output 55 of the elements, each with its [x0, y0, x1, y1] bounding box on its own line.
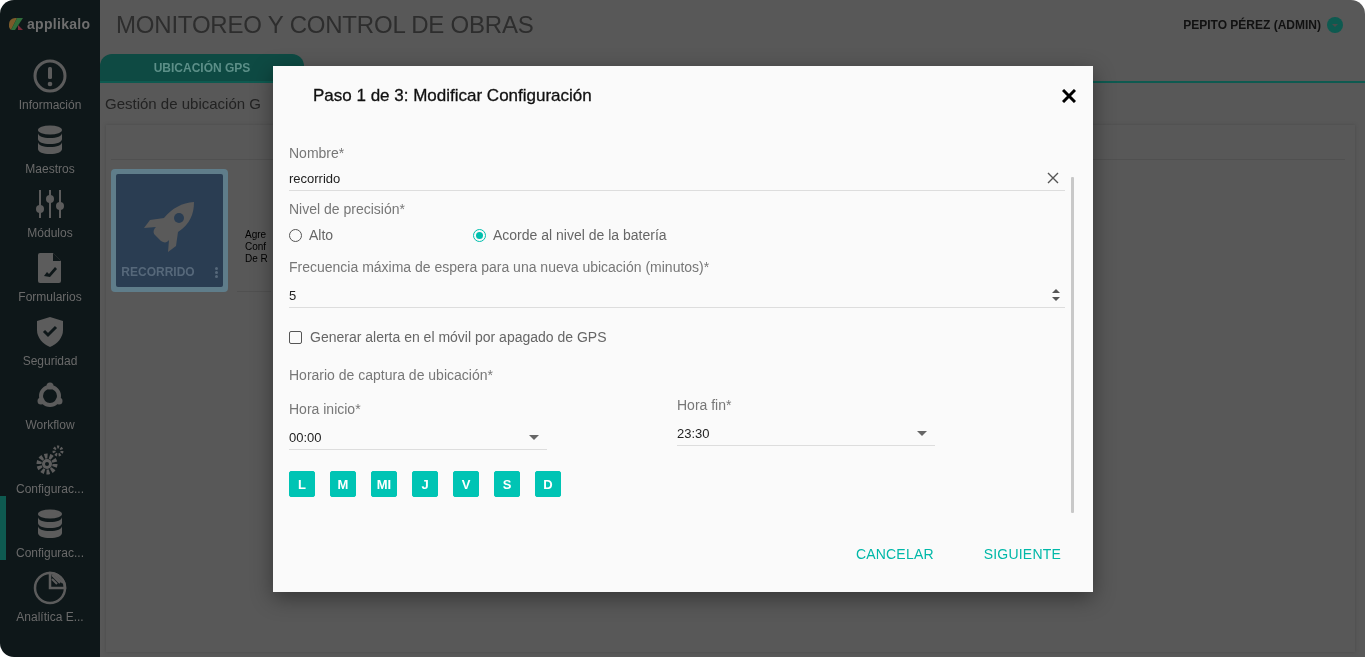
- shield-icon: [37, 317, 63, 347]
- app-logo: applikalo: [27, 16, 91, 32]
- alert-icon: [33, 59, 67, 93]
- sidebar-item[interactable]: Configurac...: [0, 496, 100, 560]
- sidebar-item[interactable]: Workflow: [0, 368, 100, 432]
- field-label: Hora fin*: [677, 397, 733, 413]
- input-field[interactable]: recorrido: [289, 166, 1065, 191]
- database-icon: [37, 125, 63, 155]
- dialog-title: Paso 1 de 3: Modificar Configuración: [313, 85, 592, 106]
- field-label: Horario de captura de ubicación*: [289, 367, 494, 383]
- dropdown-arrow-icon: [529, 434, 539, 440]
- logo-icon: [9, 18, 23, 30]
- day-toggle[interactable]: D: [535, 471, 561, 497]
- clear-icon[interactable]: [1047, 172, 1059, 184]
- card-description: Agre: [245, 229, 267, 241]
- sidebar-item[interactable]: Maestros: [0, 112, 100, 176]
- close-button[interactable]: [1062, 88, 1076, 103]
- sidebar-item[interactable]: Formularios: [0, 240, 100, 304]
- cycle-icon: [36, 382, 64, 410]
- select-field[interactable]: 00:00: [289, 425, 547, 450]
- field-label: Hora inicio*: [289, 401, 362, 417]
- spinner-icon[interactable]: [1051, 286, 1061, 304]
- radio-option[interactable]: Alto: [289, 227, 473, 243]
- day-toggle[interactable]: M: [330, 471, 356, 497]
- sidebar-item[interactable]: Módulos: [0, 176, 100, 240]
- dropdown-arrow-icon: [917, 430, 927, 436]
- database-icon: [37, 509, 63, 539]
- sidebar-item[interactable]: Información: [0, 48, 100, 112]
- select-field[interactable]: 23:30: [677, 421, 935, 446]
- sidebar-item[interactable]: Analítica E...: [0, 560, 100, 624]
- scrollbar[interactable]: [1071, 177, 1074, 513]
- sidebar-item[interactable]: Configurac...: [0, 432, 100, 496]
- day-toggle[interactable]: S: [494, 471, 520, 497]
- document-icon: [38, 253, 62, 283]
- radio-option[interactable]: Acorde al nivel de la batería: [473, 227, 667, 243]
- day-toggle[interactable]: V: [453, 471, 479, 497]
- input-field[interactable]: 5: [289, 283, 1065, 308]
- card-description: Conf: [245, 241, 267, 253]
- close-icon: [1062, 88, 1076, 103]
- next-button[interactable]: SIGUIENTE: [977, 540, 1067, 568]
- sliders-icon: [35, 189, 65, 219]
- day-toggle[interactable]: J: [412, 471, 438, 497]
- day-toggle[interactable]: MI: [371, 471, 397, 497]
- cancel-button[interactable]: CANCELAR: [849, 540, 940, 568]
- day-toggle[interactable]: L: [289, 471, 315, 497]
- sidebar-item[interactable]: Seguridad: [0, 304, 100, 368]
- field-label: Nivel de precisión*: [289, 201, 406, 217]
- gears-icon: [36, 445, 64, 475]
- field-label: Nombre*: [289, 145, 346, 161]
- tab[interactable]: UBICACIÓN GPS: [100, 54, 304, 81]
- field-label: Frecuencia máxima de espera para una nueva ubicación (minutos)*: [289, 259, 711, 275]
- card-description: De R: [245, 253, 268, 265]
- pie-chart-icon: [33, 571, 67, 605]
- checkbox-option[interactable]: Generar alerta en el móvil por apagado de GPS: [289, 329, 607, 345]
- user-name[interactable]: PEPITO PÉREZ (ADMIN): [1183, 18, 1321, 32]
